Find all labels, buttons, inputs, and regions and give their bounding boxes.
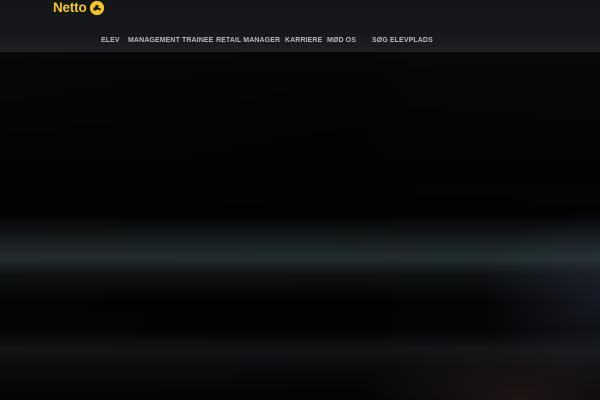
nav-item-retail-manager[interactable]: RETAIL MANAGER xyxy=(216,35,280,47)
nav-item-management-trainee[interactable]: MANAGEMENT TRAINEE xyxy=(128,35,213,47)
nav-item-mod-os[interactable]: MØD OS xyxy=(327,35,356,47)
nav-item-elev[interactable]: ELEV xyxy=(101,35,120,47)
scottie-dog-icon xyxy=(89,0,104,15)
logo-link[interactable]: Netto xyxy=(53,0,104,15)
nav-item-sog-elevplads[interactable]: SØG ELEVPLADS xyxy=(372,35,433,47)
page: Netto ELEV MANAGEMENT TRAINEE RETAIL MAN… xyxy=(0,0,600,400)
site-header: Netto ELEV MANAGEMENT TRAINEE RETAIL MAN… xyxy=(0,0,600,52)
hero-overlay xyxy=(0,52,600,400)
logo-text: Netto xyxy=(53,0,87,15)
main-navigation: ELEV MANAGEMENT TRAINEE RETAIL MANAGER K… xyxy=(0,35,600,47)
nav-item-karriere[interactable]: KARRIERE xyxy=(285,35,322,47)
